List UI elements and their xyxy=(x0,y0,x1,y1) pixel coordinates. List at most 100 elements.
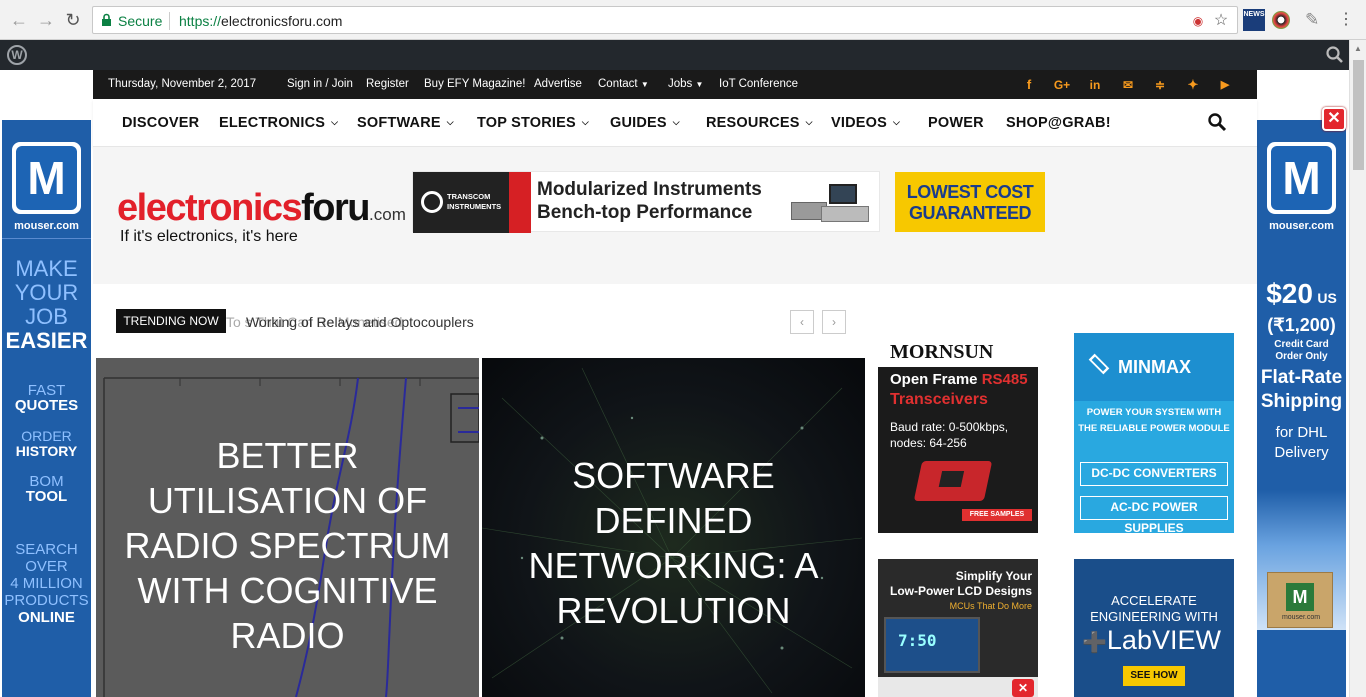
ad-text: ACCELERATE ENGINEERING WITH xyxy=(1090,593,1218,624)
google-plus-icon[interactable]: G+ xyxy=(1052,75,1072,95)
labview-ad[interactable]: ACCELERATE ENGINEERING WITH ➕LabVIEW SEE … xyxy=(1074,559,1234,697)
chevron-down-icon: ⌵ xyxy=(893,117,901,127)
star-icon[interactable]: ☆ xyxy=(1212,12,1230,30)
back-arrow-icon[interactable]: ← xyxy=(8,9,30,31)
ad-text: Transceivers xyxy=(890,391,988,408)
trending-prev-button[interactable]: ‹ xyxy=(790,310,814,334)
chevron-down-icon: ⌵ xyxy=(805,117,813,127)
transcom-banner-ad[interactable]: TRANSCOM INSTRUMENTS Modularized Instrume… xyxy=(412,171,880,233)
nav-videos[interactable]: VIDEOS ⌵ xyxy=(831,115,900,131)
lcd-mcu-ad[interactable]: Simplify Your Low-Power LCD Designs MCUs … xyxy=(878,559,1038,697)
main-navigation: DISCOVER ELECTRONICS ⌵ SOFTWARE ⌵ TOP STOR… xyxy=(93,99,1257,147)
ad-text: Baud rate: 0-500kbps, nodes: 64-256 xyxy=(890,420,1009,450)
dc-dc-button[interactable]: DC-DC CONVERTERS xyxy=(1080,462,1228,486)
reload-icon[interactable]: ↻ xyxy=(62,9,84,31)
youtube-icon[interactable]: ▶ xyxy=(1215,75,1235,95)
chevron-down-icon: ▼ xyxy=(695,80,704,89)
mouser-logo: M xyxy=(12,142,81,214)
hero-article-2[interactable]: SOFTWARE DEFINED NETWORKING: A REVOLUTIO… xyxy=(482,358,865,697)
nav-software[interactable]: SOFTWARE ⌵ xyxy=(357,115,454,131)
divider xyxy=(2,238,91,239)
see-how-button[interactable]: SEE HOW xyxy=(1123,666,1185,686)
chevron-down-icon: ⌵ xyxy=(446,117,454,127)
ad-subheadline: Bench-top Performance xyxy=(537,202,753,223)
minmax-ad[interactable]: MINMAX POWER YOUR SYSTEM WITH THE RELIABL… xyxy=(1074,333,1234,533)
ad-footer xyxy=(1257,630,1346,697)
minmax-logo: MINMAX xyxy=(1118,357,1191,377)
ad-text: MAKE YOUR JOB EASIER xyxy=(5,256,88,353)
mail-icon[interactable]: ✉ xyxy=(1118,75,1138,95)
lcd-image: 7:50 xyxy=(884,617,980,673)
ad-price: $20 US xyxy=(1266,278,1337,309)
nav-power[interactable]: POWER xyxy=(928,115,984,131)
search-icon[interactable] xyxy=(1325,45,1345,65)
lowest-cost-ad[interactable]: LOWEST COST GUARANTEED xyxy=(895,172,1045,232)
trending-next-button[interactable]: › xyxy=(822,310,846,334)
nav-guides[interactable]: GUIDES ⌵ xyxy=(610,115,680,131)
search-icon[interactable] xyxy=(1207,112,1227,132)
jobs-link[interactable]: Jobs ▼ xyxy=(668,78,703,90)
box-icon: M mouser.com xyxy=(1267,572,1333,628)
rss-icon[interactable]: ≑ xyxy=(1150,75,1170,95)
register-link[interactable]: Register xyxy=(366,78,409,90)
address-bar[interactable]: Secure https://electronicsforu.com ◉ ☆ xyxy=(92,6,1238,34)
twitter-icon[interactable]: ✦ xyxy=(1183,75,1203,95)
ad-text: BOM TOOL xyxy=(25,473,68,505)
secure-label: Secure xyxy=(118,13,163,29)
wordpress-icon[interactable]: W xyxy=(7,45,27,65)
trending-headline[interactable]: Working of Relays and Optocouplers xyxy=(246,314,474,330)
site-logo[interactable]: electronicsforu.com xyxy=(117,187,406,230)
linkedin-icon[interactable]: in xyxy=(1085,75,1105,95)
pen-extension-icon[interactable]: ✎ xyxy=(1305,9,1327,31)
ad-text: POWER YOUR SYSTEM WITH THE RELIABLE POWER… xyxy=(1078,407,1230,434)
free-samples-badge: FREE SAMPLES xyxy=(962,509,1032,521)
mouser-left-ad[interactable]: M mouser.com MAKE YOUR JOB EASIER FAST QUOT… xyxy=(2,120,91,697)
ad-text: Credit Card Order Only xyxy=(1274,339,1329,362)
instrument-image xyxy=(785,184,871,224)
ad-text: Flat-Rate Shipping xyxy=(1260,367,1343,412)
page-scrollbar[interactable]: ▲ xyxy=(1349,40,1366,697)
ad-text: SEARCH OVER 4 MILLION PRODUCTS ONLINE xyxy=(4,541,89,626)
ad-text: Simplify Your Low-Power LCD Designs MCUs … xyxy=(889,569,1032,611)
chevron-down-icon: ⌵ xyxy=(581,117,589,127)
divider xyxy=(169,12,170,30)
nav-electronics[interactable]: ELECTRONICS ⌵ xyxy=(219,115,338,131)
ad-headline: Modularized Instruments xyxy=(537,179,762,200)
ac-dc-button[interactable]: AC-DC POWER SUPPLIES xyxy=(1080,496,1228,533)
facebook-icon[interactable]: f xyxy=(1019,75,1039,95)
hero-title[interactable]: SOFTWARE DEFINED NETWORKING: A REVOLUTIO… xyxy=(482,453,865,633)
close-icon[interactable]: ✕ xyxy=(1012,679,1034,697)
forward-arrow-icon[interactable]: → xyxy=(35,9,57,31)
site-header: electronicsforu.com If it's electronics,… xyxy=(93,147,1257,284)
top-bar: Thursday, November 2, 2017 Sign in / Joi… xyxy=(93,70,1257,99)
nav-top-stories[interactable]: TOP STORIES ⌵ xyxy=(477,115,589,131)
module-image xyxy=(913,461,993,501)
scroll-thumb[interactable] xyxy=(1353,60,1364,170)
chevron-down-icon: ▼ xyxy=(640,80,649,89)
hero-title[interactable]: BETTER UTILISATION OF RADIO SPECTRUM WIT… xyxy=(96,433,479,658)
menu-icon[interactable]: ⋮ xyxy=(1335,9,1357,31)
browser-toolbar: ← → ↻ Secure https://electronicsforu.com… xyxy=(0,0,1366,40)
transcom-logo: TRANSCOM INSTRUMENTS xyxy=(413,172,531,233)
nav-shop[interactable]: SHOP@GRAB! xyxy=(1006,115,1111,131)
admin-bar: W xyxy=(0,40,1366,70)
url-scheme: https:// xyxy=(179,13,222,29)
mornsun-ad[interactable]: MORNSUN Open Frame RS485 Transceivers Ba… xyxy=(878,333,1038,533)
mouser-site: mouser.com xyxy=(14,220,79,232)
signin-link[interactable]: Sign in / Join xyxy=(287,78,353,90)
blocked-popup-icon[interactable]: ◉ xyxy=(1189,12,1207,30)
nav-discover[interactable]: DISCOVER xyxy=(122,115,199,131)
iot-conference-link[interactable]: IoT Conference xyxy=(719,78,798,90)
buy-magazine-link[interactable]: Buy EFY Magazine! xyxy=(424,78,525,90)
hero-article-1[interactable]: BETTER UTILISATION OF RADIO SPECTRUM WIT… xyxy=(96,358,479,697)
close-icon[interactable]: ✕ xyxy=(1322,107,1346,131)
url-text[interactable]: https://electronicsforu.com xyxy=(179,13,342,29)
lock-icon xyxy=(102,13,111,26)
news-extension-icon[interactable]: NEWS xyxy=(1243,9,1265,31)
advertise-link[interactable]: Advertise xyxy=(534,78,582,90)
ad-text: ORDER HISTORY xyxy=(15,428,78,459)
mouser-right-ad[interactable]: M mouser.com $20 US (₹1,200) Credit Card… xyxy=(1257,120,1346,697)
color-extension-icon[interactable] xyxy=(1272,11,1290,29)
nav-resources[interactable]: RESOURCES ⌵ xyxy=(706,115,813,131)
contact-link[interactable]: Contact ▼ xyxy=(598,78,649,90)
